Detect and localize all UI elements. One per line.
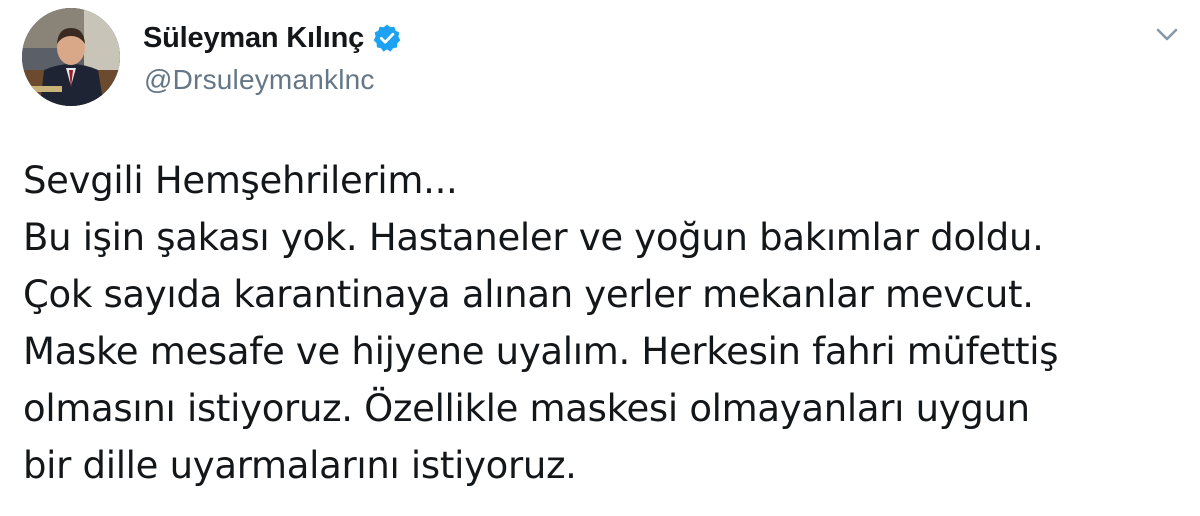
verified-badge-icon [372,23,402,53]
display-name[interactable]: Süleyman Kılınç [143,22,364,55]
tweet-text-line: bir dille uyarmalarını istiyoruz. [23,444,577,487]
tweet-text: Sevgili Hemşehrilerim... Bu işin şakası … [23,152,1183,494]
avatar[interactable] [22,8,120,106]
tweet-text-line: olmasını istiyoruz. Özellikle maskesi ol… [23,387,1030,430]
chevron-down-icon[interactable] [1152,22,1182,48]
tweet-text-line: Bu işin şakası yok. Hastaneler ve yoğun … [23,216,1044,259]
author-handle[interactable]: @Drsuleymanklnc [144,64,375,96]
tweet-text-line: Maske mesafe ve hijyene uyalım. Herkesin… [23,330,1059,373]
profile-photo [22,8,120,106]
tweet-card: Süleyman Kılınç @Drsuleymanklnc Sevgili … [0,0,1200,516]
author-name-row: Süleyman Kılınç [143,20,402,56]
tweet-text-line: Sevgili Hemşehrilerim... [23,159,458,202]
tweet-text-line: Çok sayıda karantinaya alınan yerler mek… [23,273,1034,316]
